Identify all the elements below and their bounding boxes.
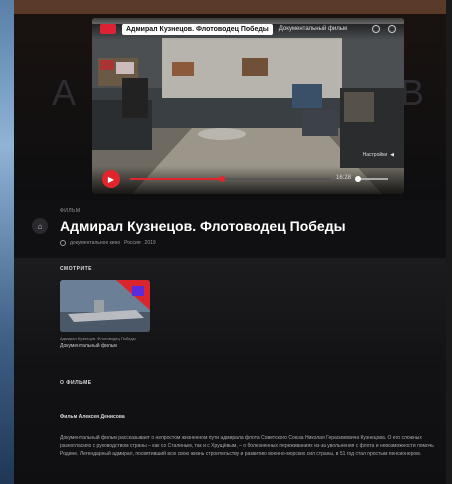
- settings-icon[interactable]: [388, 25, 396, 33]
- episode-subtitle: Документальный фильм: [60, 343, 117, 349]
- seek-bar[interactable]: [130, 176, 330, 182]
- page-meta: документальное кино Россия 2019: [60, 240, 156, 246]
- meta-genre[interactable]: документальное кино: [70, 240, 120, 246]
- hero-glow: [14, 0, 446, 14]
- meta-year[interactable]: 2019: [145, 240, 156, 246]
- background-left-edge: [0, 0, 14, 484]
- bookmark-button[interactable]: ⌂: [32, 218, 48, 234]
- content-type-tag: ФИЛЬМ: [60, 208, 81, 214]
- episode-caption: Адмирал Кузнецов. Флотоводец Победы: [60, 336, 136, 341]
- about-heading: О ФИЛЬМЕ: [60, 380, 92, 386]
- chevron-left-icon: ◀: [390, 152, 394, 158]
- film-author: Фильм Алексея Денисова: [60, 414, 125, 420]
- thumbnail-badge-icon: [132, 286, 144, 296]
- page-title: Адмирал Кузнецов. Флотоводец Победы: [60, 218, 346, 234]
- video-subtitle: Документальный фильм: [278, 26, 347, 32]
- volume-handle[interactable]: [355, 176, 361, 182]
- video-player[interactable]: Адмирал Кузнецов. Флотоводец Победы Доку…: [92, 18, 404, 194]
- app-window: А В Адмирал Кузнецов. Флотоводец Победы …: [14, 0, 446, 484]
- player-controls: ▶ 16:28: [92, 166, 404, 194]
- play-icon: ▶: [107, 174, 115, 184]
- meta-country[interactable]: Россия: [124, 240, 140, 246]
- quality-menu[interactable]: Настройки ◀: [363, 152, 394, 158]
- quality-label: Настройки: [362, 152, 388, 158]
- time-readout: 16:28: [336, 175, 352, 181]
- volume-slider[interactable]: [355, 176, 388, 182]
- watch-heading: СМОТРИТЕ: [60, 266, 92, 272]
- channel-logo-icon: [100, 24, 116, 34]
- seek-bar-progress: [130, 178, 222, 180]
- background-right-edge: [446, 0, 452, 484]
- hero-section: А В Адмирал Кузнецов. Флотоводец Победы …: [14, 0, 446, 200]
- play-button[interactable]: ▶: [102, 170, 120, 188]
- episode-thumbnail[interactable]: [60, 280, 150, 332]
- player-topbar: Адмирал Кузнецов. Флотоводец Победы Доку…: [92, 18, 404, 40]
- info-icon: [60, 240, 66, 246]
- share-icon[interactable]: [372, 25, 380, 33]
- video-title: Адмирал Кузнецов. Флотоводец Победы: [122, 23, 273, 35]
- seek-bar-handle[interactable]: [219, 176, 225, 182]
- hero-letter-left: А: [52, 72, 79, 113]
- bookmark-icon: ⌂: [37, 221, 43, 231]
- player-top-actions: [372, 25, 396, 33]
- film-description: Документальный фильм рассказывает о непр…: [60, 435, 434, 457]
